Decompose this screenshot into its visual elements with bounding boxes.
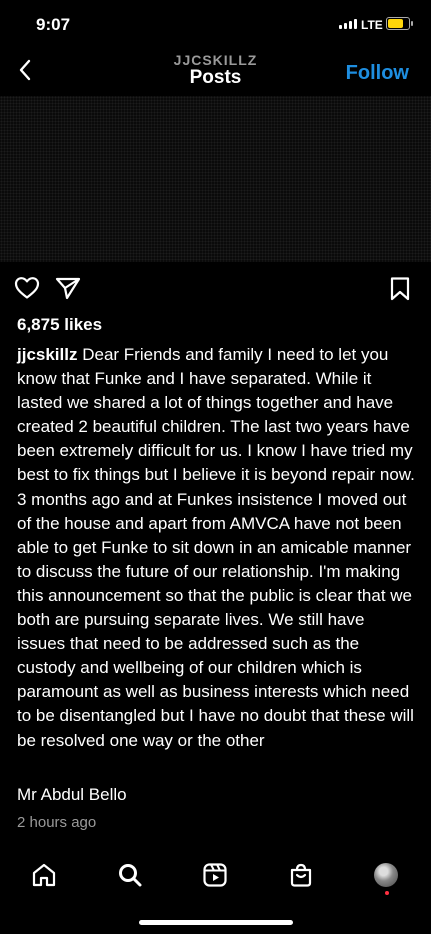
search-icon bbox=[119, 864, 142, 887]
avatar bbox=[374, 863, 398, 887]
shop-icon bbox=[290, 863, 312, 887]
tab-bar bbox=[0, 850, 431, 900]
battery-icon bbox=[386, 17, 413, 30]
like-button[interactable] bbox=[14, 276, 40, 305]
status-time: 9:07 bbox=[36, 15, 71, 34]
follow-button[interactable]: Follow bbox=[346, 62, 409, 85]
heart-icon bbox=[14, 277, 40, 299]
caption-signature: Mr Abdul Bello bbox=[17, 785, 127, 804]
tab-reels[interactable] bbox=[200, 860, 230, 890]
tab-shop[interactable] bbox=[286, 860, 316, 890]
network-label: LTE bbox=[361, 18, 383, 32]
home-icon bbox=[32, 863, 56, 887]
home-indicator bbox=[139, 920, 293, 925]
tab-search[interactable] bbox=[115, 860, 145, 890]
header: JJCSKILLZ Posts Follow bbox=[0, 50, 431, 94]
post-caption: jjcskillz Dear Friends and family I need… bbox=[17, 343, 417, 753]
bookmark-icon bbox=[390, 277, 410, 301]
save-button[interactable] bbox=[388, 276, 412, 307]
send-icon bbox=[55, 277, 81, 300]
notification-dot bbox=[385, 891, 389, 895]
reels-icon bbox=[203, 863, 227, 887]
post-media[interactable] bbox=[0, 96, 431, 262]
signal-icon bbox=[339, 19, 357, 29]
status-bar: 9:07 LTE bbox=[0, 0, 431, 50]
post-actions bbox=[0, 272, 431, 306]
tab-home[interactable] bbox=[29, 860, 59, 890]
tab-profile[interactable] bbox=[371, 860, 401, 890]
caption-username[interactable]: jjcskillz bbox=[17, 345, 77, 364]
likes-count[interactable]: 6,875 likes bbox=[17, 315, 102, 335]
post-timestamp: 2 hours ago bbox=[17, 814, 97, 831]
caption-text: Dear Friends and family I need to let yo… bbox=[17, 345, 415, 750]
share-button[interactable] bbox=[55, 276, 81, 305]
